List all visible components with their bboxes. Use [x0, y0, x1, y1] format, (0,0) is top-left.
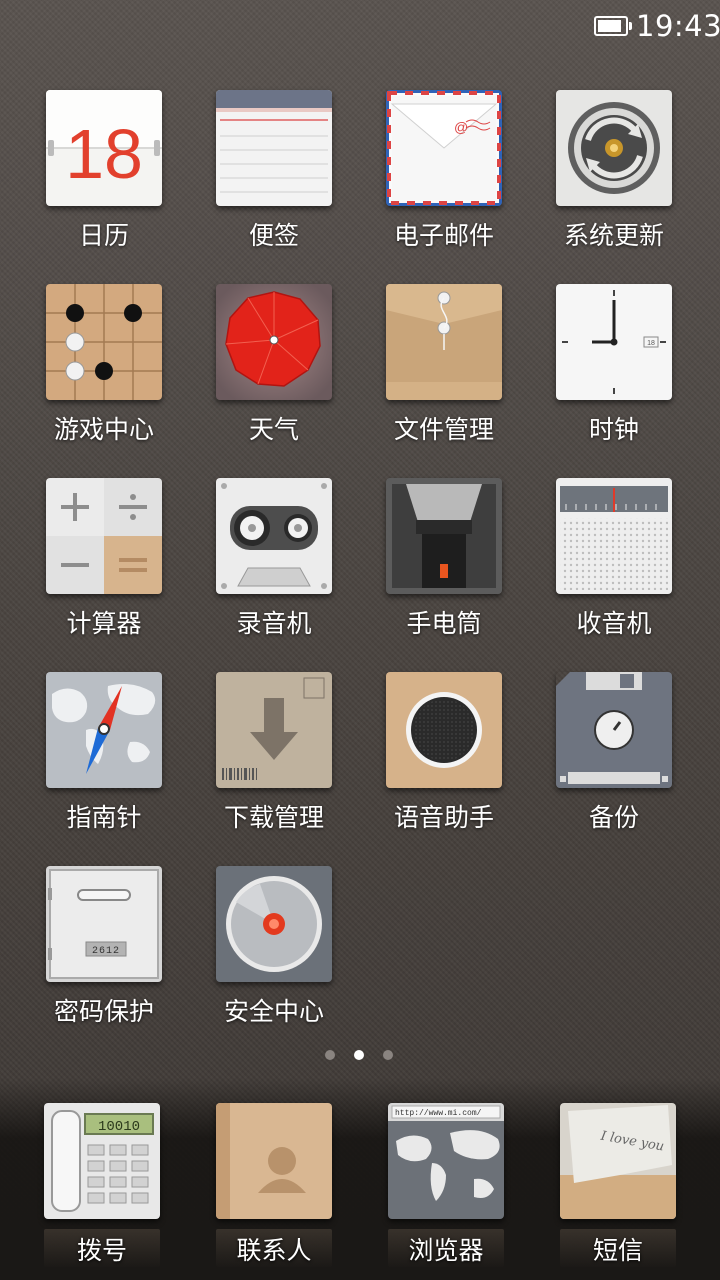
- radar-shield-icon: [216, 866, 332, 982]
- app-radio[interactable]: 收音机: [526, 478, 696, 658]
- app-label: 手电筒: [406, 609, 482, 638]
- dock-browser[interactable]: http://www.mi.com/ 浏览器: [388, 1103, 558, 1273]
- app-label: 录音机: [236, 609, 312, 638]
- floppy-disk-icon: [556, 672, 672, 788]
- app-backup[interactable]: 备份: [526, 672, 696, 852]
- app-label: 电子邮件: [393, 221, 494, 250]
- app-email[interactable]: @ 电子邮件: [356, 90, 526, 270]
- flashlight-icon: [386, 478, 502, 594]
- battery-icon: [594, 16, 632, 36]
- page-dot-active[interactable]: [354, 1050, 364, 1060]
- phone-icon: 10010: [44, 1103, 160, 1219]
- app-flashlight[interactable]: 手电筒: [356, 478, 526, 658]
- app-voice-assistant[interactable]: 语音助手: [356, 672, 526, 852]
- globe-map-icon: http://www.mi.com/: [388, 1103, 504, 1219]
- app-label: 备份: [588, 803, 639, 832]
- dock-label: 拨号: [76, 1236, 127, 1265]
- browser-url: http://www.mi.com/: [395, 1109, 482, 1118]
- app-label: 指南针: [66, 803, 142, 832]
- app-notes[interactable]: 便签: [186, 90, 356, 270]
- dock-label: 联系人: [236, 1236, 312, 1265]
- app-label: 时钟: [588, 415, 639, 444]
- page-dot[interactable]: [383, 1050, 393, 1060]
- contact-book-icon: [216, 1103, 332, 1219]
- app-game-center[interactable]: 游戏中心: [16, 284, 186, 464]
- app-recorder[interactable]: 录音机: [186, 478, 356, 658]
- app-security-center[interactable]: 安全中心: [186, 866, 356, 1046]
- app-system-update[interactable]: 系统更新: [526, 90, 696, 270]
- app-label: 收音机: [576, 609, 652, 638]
- calendar-date: 18: [65, 115, 143, 193]
- dock-label: 浏览器: [408, 1236, 484, 1265]
- cassette-icon: [216, 478, 332, 594]
- page-dot[interactable]: [325, 1050, 335, 1060]
- app-label: 语音助手: [393, 803, 494, 832]
- download-arrow-icon: [216, 672, 332, 788]
- app-file-manager[interactable]: 文件管理: [356, 284, 526, 464]
- app-label: 密码保护: [53, 997, 154, 1026]
- folder-envelope-icon: [386, 284, 502, 400]
- compass-icon: [46, 672, 162, 788]
- safe-box-icon: 2612: [46, 866, 162, 982]
- app-clock[interactable]: 18 时钟: [526, 284, 696, 464]
- app-label: 日历: [78, 221, 129, 250]
- safe-code: 2612: [92, 946, 120, 957]
- app-password-protect[interactable]: 2612 密码保护: [16, 866, 186, 1046]
- status-time: 19:43: [636, 9, 720, 43]
- clock-date: 18: [647, 340, 655, 347]
- umbrella-icon: [216, 284, 332, 400]
- app-calculator[interactable]: 计算器: [16, 478, 186, 658]
- app-label: 安全中心: [223, 997, 324, 1026]
- update-icon: [556, 90, 672, 206]
- microphone-icon: [386, 672, 502, 788]
- radio-icon: [556, 478, 672, 594]
- app-label: 文件管理: [393, 415, 494, 444]
- dock-contacts[interactable]: 联系人: [216, 1103, 386, 1273]
- app-compass[interactable]: 指南针: [16, 672, 186, 852]
- app-label: 便签: [248, 221, 299, 250]
- dock-label: 短信: [592, 1236, 643, 1265]
- dock-messages[interactable]: I love you 短信: [560, 1103, 720, 1273]
- app-downloads[interactable]: 下载管理: [186, 672, 356, 852]
- app-label: 计算器: [66, 609, 142, 638]
- notes-icon: [216, 90, 332, 206]
- message-note-icon: I love you: [560, 1103, 676, 1219]
- status-bar: 19:43: [0, 0, 720, 54]
- app-calendar[interactable]: 18 日历: [16, 90, 186, 270]
- app-label: 天气: [248, 415, 299, 444]
- go-board-icon: [46, 284, 162, 400]
- envelope-icon: @: [386, 90, 502, 206]
- dialer-display: 10010: [98, 1119, 140, 1135]
- clock-icon: 18: [556, 284, 672, 400]
- app-label: 游戏中心: [53, 415, 154, 444]
- page-indicator: [0, 1048, 720, 1062]
- calculator-icon: [46, 478, 162, 594]
- calendar-icon: 18: [46, 90, 162, 206]
- app-label: 下载管理: [223, 803, 324, 832]
- dock-dialer[interactable]: 10010 拨号: [44, 1103, 214, 1273]
- app-weather[interactable]: 天气: [186, 284, 356, 464]
- app-label: 系统更新: [563, 221, 664, 250]
